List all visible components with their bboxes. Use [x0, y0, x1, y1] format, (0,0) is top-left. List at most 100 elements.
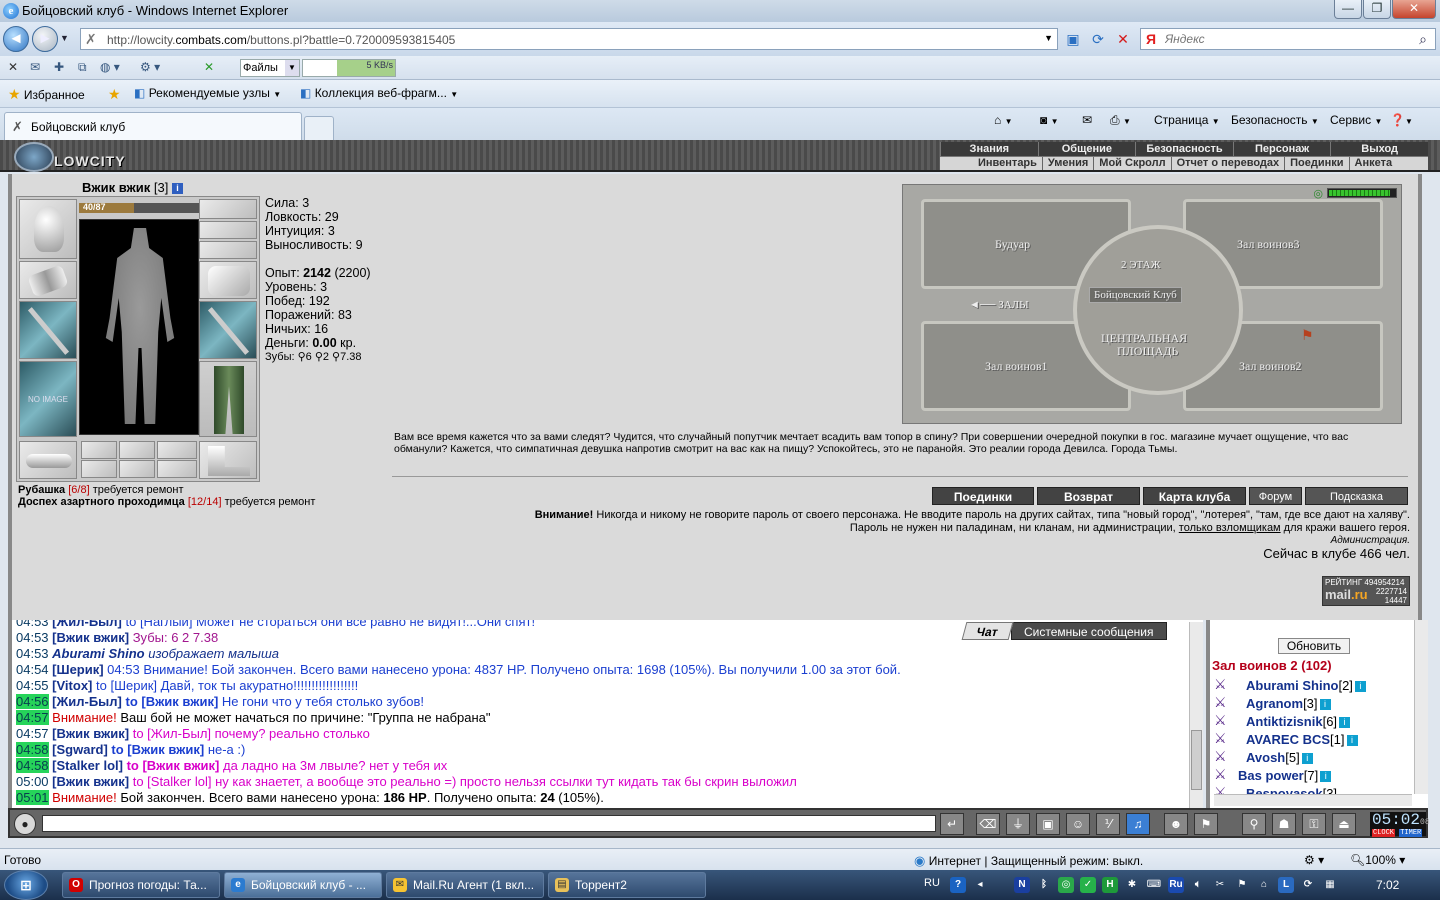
favorites-button[interactable]: ★ Избранное: [8, 86, 85, 103]
attack-icon[interactable]: ⚔: [1214, 766, 1227, 783]
player-info-icon[interactable]: i: [1339, 717, 1351, 728]
back-game-button[interactable]: Возврат: [1037, 487, 1140, 505]
armor-slot[interactable]: NO IMAGE: [19, 361, 77, 437]
amulet-slot[interactable]: [199, 221, 257, 239]
ring-slot-2[interactable]: [119, 441, 155, 459]
close-toolbar-icon[interactable]: ✕: [8, 60, 18, 74]
forum-button[interactable]: Форум: [1249, 487, 1302, 505]
player-entry[interactable]: ⚔ Avosh[5] i: [1214, 748, 1313, 765]
tab-fight-club[interactable]: ✗ Бойцовский клуб: [4, 112, 302, 140]
weapon-slot-left[interactable]: [19, 301, 77, 359]
files-dropdown[interactable]: Файлы ▼: [240, 59, 300, 77]
eraser-icon[interactable]: ⌫: [976, 813, 1000, 835]
attack-icon[interactable]: ⚔: [1214, 694, 1227, 711]
network-icon[interactable]: ▦: [1322, 877, 1338, 893]
ring-slot-1[interactable]: [81, 441, 117, 459]
menu-communication[interactable]: Общение: [1037, 142, 1136, 156]
chat-scrollbar[interactable]: [1189, 622, 1203, 808]
tray-icon-check[interactable]: ✓: [1080, 877, 1096, 893]
home-icon[interactable]: ⌂ ▼: [994, 113, 1013, 127]
search-input[interactable]: [1165, 31, 1405, 47]
player-info-icon[interactable]: i: [1319, 699, 1331, 710]
back-button[interactable]: ◄: [3, 26, 29, 52]
bluetooth-icon[interactable]: ᛒ: [1036, 877, 1052, 893]
security-menu[interactable]: Безопасность ▼: [1231, 113, 1319, 127]
hackers-link[interactable]: только взломщикам: [1179, 522, 1281, 534]
tray-icon-tools[interactable]: ✂: [1212, 877, 1228, 893]
menu-skills[interactable]: Умения: [1043, 157, 1095, 170]
menu-security[interactable]: Безопасность: [1135, 142, 1233, 156]
toolbar-icon-4[interactable]: ◍ ▾: [100, 60, 120, 74]
toolbar-icon-3[interactable]: ⧉: [78, 60, 87, 75]
player-entry[interactable]: ⚔ Aburami Shino[2] i: [1214, 676, 1366, 693]
club-map[interactable]: Будуар Зал воинов3 2 ЭТАЖ Бойцовский Клу…: [902, 184, 1402, 424]
close-icon[interactable]: ✕: [1392, 0, 1436, 19]
tray-icon-n[interactable]: N: [1014, 877, 1030, 893]
attack-icon[interactable]: ⚔: [1214, 676, 1227, 693]
map-icon[interactable]: ⚑: [1194, 813, 1218, 835]
club-map-button[interactable]: Карта клуба: [1143, 487, 1246, 505]
tray-icon-star[interactable]: ✱: [1124, 877, 1140, 893]
tray-arrow-icon[interactable]: ◂: [972, 877, 988, 893]
web-slices[interactable]: ◧ Коллекция веб-фрагм... ▼: [300, 86, 458, 100]
player-entry[interactable]: ⚔ Bas power[7] i: [1214, 766, 1332, 783]
start-button[interactable]: ⊞: [4, 870, 48, 900]
task-mailru-agent[interactable]: ✉ Mail.Ru Агент (1 вкл...: [386, 872, 544, 898]
print-icon[interactable]: ⎙ ▼: [1110, 113, 1131, 128]
pants-slot[interactable]: [199, 361, 257, 437]
task-fight-club[interactable]: e Бойцовский клуб - ...: [224, 872, 382, 898]
scroll-slot-3[interactable]: [157, 460, 197, 478]
boots-slot[interactable]: [199, 441, 257, 479]
toolbar-icon-1[interactable]: ✉: [30, 60, 40, 74]
page-menu[interactable]: Страница ▼: [1154, 113, 1220, 127]
bracers-slot[interactable]: [19, 261, 77, 299]
tab-chat[interactable]: Чат: [961, 622, 1014, 640]
player-info-icon[interactable]: i: [1301, 753, 1313, 764]
menu-exit[interactable]: Выход: [1330, 142, 1428, 156]
tray-icon-green[interactable]: ◎: [1058, 877, 1074, 893]
gloves-slot[interactable]: [199, 261, 257, 299]
player-entry[interactable]: ⚔ AVAREC BCS[1] i: [1214, 730, 1358, 747]
scroll-slot-2[interactable]: [119, 460, 155, 478]
task-weather[interactable]: O Прогноз погоды: Та...: [62, 872, 220, 898]
map-label-club[interactable]: Бойцовский Клуб: [1089, 287, 1182, 303]
language-indicator[interactable]: RU: [924, 877, 940, 889]
toolbar-icon-5[interactable]: ⚙ ▾: [140, 60, 160, 74]
maximize-icon[interactable]: ❐: [1363, 0, 1391, 19]
players-horizontal-scrollbar[interactable]: [1214, 794, 1412, 806]
url-field[interactable]: ✗ http://lowcity.combats.com/buttons.pl?…: [80, 28, 1058, 50]
player-entry[interactable]: ⚔ Agranom[3] i: [1214, 694, 1331, 711]
player-info-icon[interactable]: i: [1320, 771, 1332, 782]
settings-icon[interactable]: ⚙ ▾: [1304, 853, 1324, 867]
tray-icon-l[interactable]: L: [1278, 877, 1294, 893]
search-box[interactable]: Я ⌕: [1140, 28, 1436, 50]
help-tray-icon[interactable]: ?: [950, 877, 966, 893]
chat-log[interactable]: 04:53 [Жил-Был] to [Наглый] Может не сто…: [8, 620, 1203, 808]
attack-icon[interactable]: ⚔: [1214, 748, 1227, 765]
ring-slot-3[interactable]: [157, 441, 197, 459]
attack-icon[interactable]: ⚔: [1214, 712, 1227, 729]
forward-button[interactable]: ►: [32, 26, 58, 52]
search-icon[interactable]: ⌕: [1419, 31, 1427, 48]
add-favorite-icon[interactable]: ★: [108, 86, 121, 103]
recommended-sites[interactable]: ◧ Рекомендуемые узлы ▼: [134, 86, 281, 100]
history-dropdown-icon[interactable]: ▼: [60, 33, 69, 43]
mailru-rating-counter[interactable]: РЕЙТИНГ 494954214 2227714 14447 mail.ru: [1322, 576, 1410, 606]
security-zone[interactable]: ◉ Интернет | Защищенный режим: выкл.: [914, 853, 1143, 869]
refresh-button[interactable]: Обновить: [1278, 638, 1350, 654]
earrings-slot[interactable]: [199, 199, 257, 219]
tray-icon-flag[interactable]: ⚑: [1234, 877, 1250, 893]
mail-icon[interactable]: ✉: [1082, 113, 1092, 127]
smiley-icon[interactable]: ☻: [1164, 813, 1188, 835]
refresh-icon[interactable]: ⟳: [1087, 28, 1109, 50]
emote-icon[interactable]: ☺: [1066, 813, 1090, 835]
chat-scroll-thumb[interactable]: [1191, 730, 1202, 790]
tray-icon-ru[interactable]: Ru: [1168, 877, 1184, 893]
menu-inventory[interactable]: Инвентарь: [940, 157, 1043, 170]
player-entry[interactable]: ⚔ Antiktizisnik[6] i: [1214, 712, 1351, 729]
menu-transfer-report[interactable]: Отчет о переводах: [1172, 157, 1286, 170]
menu-character[interactable]: Персонаж: [1232, 142, 1331, 156]
menu-my-scroll[interactable]: Мой Скролл: [1094, 157, 1172, 170]
map-central-square[interactable]: [1073, 225, 1243, 395]
send-icon[interactable]: ↵: [940, 813, 964, 835]
